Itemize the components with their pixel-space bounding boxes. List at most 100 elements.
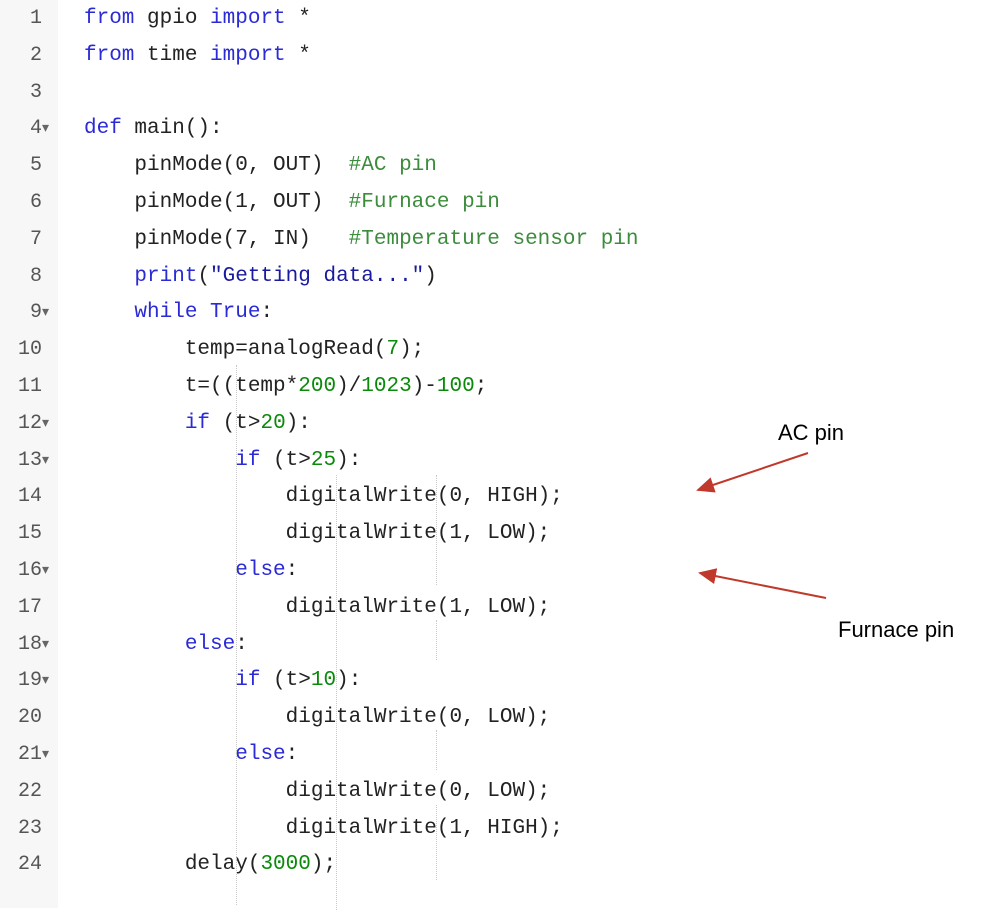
code-line[interactable]: temp=analogRead(7); bbox=[84, 331, 424, 368]
code-line[interactable]: def main(): bbox=[84, 110, 223, 147]
code-line[interactable]: digitalWrite(1, LOW); bbox=[84, 515, 551, 552]
line-number: 13 bbox=[17, 448, 42, 472]
code-token: (t> bbox=[260, 448, 311, 472]
fold-toggle-icon[interactable]: ▾ bbox=[42, 736, 56, 773]
code-token: 3000 bbox=[260, 853, 311, 877]
code-token: : bbox=[260, 301, 274, 325]
line-number: 22 bbox=[17, 779, 42, 803]
code-token: "Getting data..." bbox=[210, 264, 425, 288]
code-token: temp=analogRead( bbox=[84, 338, 387, 362]
code-line[interactable]: if (t>20): bbox=[84, 405, 311, 442]
code-token: 200 bbox=[298, 375, 337, 398]
code-token: digitalWrite(1, HIGH); bbox=[84, 816, 563, 840]
code-token: if bbox=[235, 669, 261, 693]
line-number: 23 bbox=[17, 816, 42, 840]
code-token: ); bbox=[399, 338, 425, 362]
indent-guide bbox=[436, 475, 437, 585]
fold-toggle-icon[interactable]: ▾ bbox=[42, 294, 56, 331]
code-token: 100 bbox=[436, 375, 475, 398]
code-line[interactable]: else: bbox=[84, 626, 248, 663]
code-line[interactable]: digitalWrite(0, LOW); bbox=[84, 699, 551, 736]
line-number: 8 bbox=[29, 264, 42, 288]
code-token: digitalWrite(0, LOW); bbox=[84, 779, 551, 803]
code-token: )/ bbox=[336, 375, 362, 398]
code-line[interactable]: from time import * bbox=[84, 37, 311, 74]
fold-toggle-icon[interactable]: ▾ bbox=[42, 405, 56, 442]
code-line[interactable]: digitalWrite(0, HIGH); bbox=[84, 478, 563, 515]
code-line[interactable]: delay(3000); bbox=[84, 846, 336, 883]
code-editor[interactable]: 1 from gpio import * 2 from time import * 3 4… bbox=[0, 0, 995, 910]
code-line[interactable]: from gpio import * bbox=[84, 0, 311, 37]
code-token: #Temperature sensor pin bbox=[348, 227, 639, 251]
code-token: from bbox=[84, 7, 135, 30]
code-token: #AC pin bbox=[348, 154, 437, 178]
fold-toggle-icon[interactable]: ▾ bbox=[42, 442, 56, 479]
line-number: 3 bbox=[29, 80, 42, 104]
code-token: digitalWrite(1, LOW); bbox=[84, 595, 551, 619]
code-token: def bbox=[84, 117, 122, 141]
code-token: 1023 bbox=[361, 375, 412, 398]
code-token: import bbox=[210, 43, 286, 67]
code-token: ): bbox=[336, 669, 362, 693]
line-number: 17 bbox=[17, 595, 42, 619]
code-token: : bbox=[285, 559, 299, 582]
arrow-furnace-pin bbox=[698, 568, 827, 599]
code-token: ): bbox=[285, 411, 311, 435]
fold-toggle-icon[interactable]: ▾ bbox=[42, 626, 56, 663]
line-number: 7 bbox=[29, 227, 42, 251]
code-line[interactable]: digitalWrite(1, HIGH); bbox=[84, 810, 563, 847]
code-token: if bbox=[235, 448, 261, 472]
code-token: True bbox=[210, 301, 261, 325]
code-token: : bbox=[235, 632, 248, 656]
line-number: 4 bbox=[29, 117, 42, 141]
line-number: 24 bbox=[17, 853, 42, 877]
code-token: digitalWrite(0, HIGH); bbox=[84, 485, 563, 509]
code-line[interactable]: pinMode(1, OUT) #Furnace pin bbox=[84, 184, 499, 221]
fold-toggle-icon[interactable]: ▾ bbox=[42, 552, 56, 589]
code-line[interactable]: print("Getting data...") bbox=[84, 258, 436, 295]
code-token: )- bbox=[411, 375, 437, 398]
code-token: ( bbox=[197, 264, 211, 288]
code-token: ; bbox=[474, 375, 488, 398]
indent-guide bbox=[436, 620, 437, 660]
code-token: from bbox=[84, 43, 135, 67]
code-line[interactable]: t=((temp*200)/1023)-100; bbox=[84, 368, 488, 405]
indent-guide bbox=[336, 475, 337, 910]
code-token: ); bbox=[310, 853, 337, 877]
code-line[interactable]: pinMode(0, OUT) #AC pin bbox=[84, 147, 437, 184]
arrow-ac-pin bbox=[696, 452, 809, 493]
code-token: while bbox=[134, 301, 198, 325]
line-number: 20 bbox=[17, 706, 42, 730]
fold-toggle-icon[interactable]: ▾ bbox=[42, 110, 56, 147]
code-token: 7 bbox=[386, 338, 400, 362]
fold-toggle-icon[interactable]: ▾ bbox=[42, 662, 56, 699]
code-line[interactable]: if (t>10): bbox=[84, 662, 361, 699]
annotation-ac-pin: AC pin bbox=[778, 420, 845, 445]
code-token: time bbox=[134, 43, 211, 67]
code-token: pinMode(0, OUT) bbox=[84, 154, 349, 178]
code-line[interactable]: digitalWrite(1, LOW); bbox=[84, 589, 551, 626]
code-token: 10 bbox=[310, 669, 337, 693]
line-number: 2 bbox=[29, 43, 42, 67]
line-number: 5 bbox=[29, 154, 42, 178]
code-token: else bbox=[235, 743, 286, 766]
code-token: if bbox=[184, 411, 211, 435]
code-token: delay( bbox=[84, 853, 261, 877]
annotation-furnace-pin: Furnace pin bbox=[838, 617, 955, 642]
code-line[interactable]: digitalWrite(0, LOW); bbox=[84, 773, 551, 810]
code-line[interactable]: pinMode(7, IN) #Temperature sensor pin bbox=[84, 221, 639, 258]
line-number: 11 bbox=[17, 375, 42, 398]
code-line[interactable]: if (t>25): bbox=[84, 442, 361, 479]
code-line[interactable]: else: bbox=[84, 736, 298, 773]
line-number: 21 bbox=[17, 743, 42, 766]
line-number: 10 bbox=[17, 338, 42, 362]
code-line[interactable]: while True: bbox=[84, 294, 273, 331]
code-line[interactable]: else: bbox=[84, 552, 298, 589]
line-number: 9 bbox=[29, 301, 42, 325]
code-token: else bbox=[235, 559, 286, 582]
